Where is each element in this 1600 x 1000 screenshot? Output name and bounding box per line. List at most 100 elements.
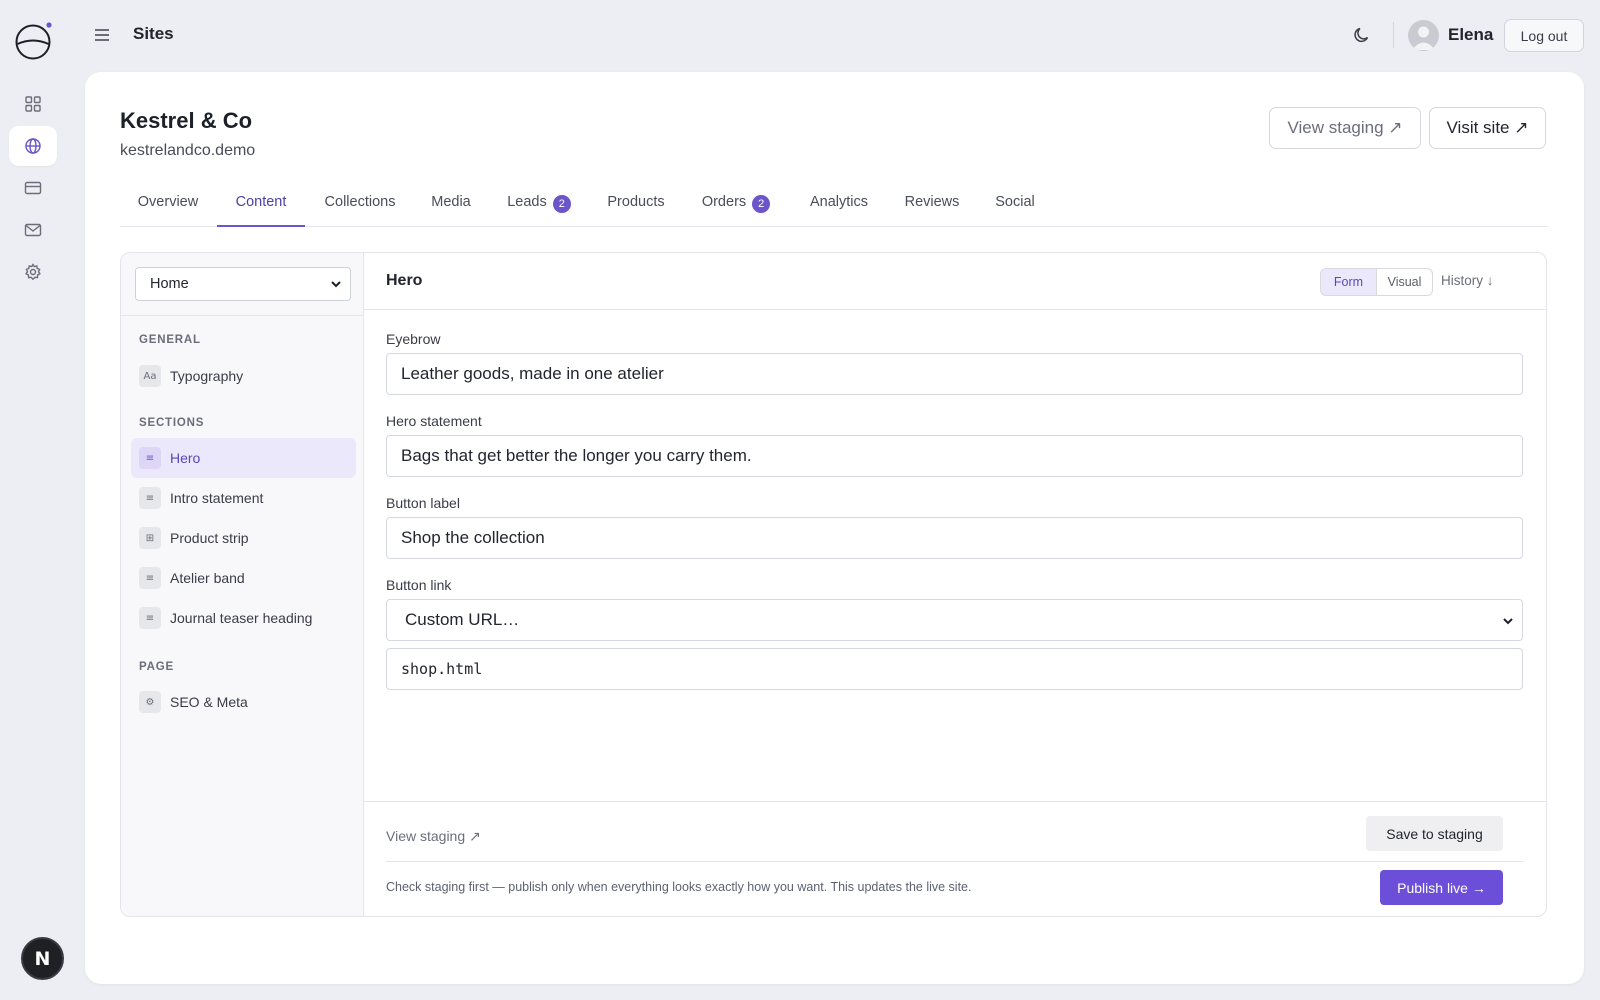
section-title: Hero (386, 272, 423, 289)
chevron-down-icon (1503, 618, 1513, 625)
tab-media[interactable]: Media (415, 190, 487, 227)
button-label-label: Button label (386, 495, 460, 511)
site-name: Kestrel & Co (120, 108, 253, 133)
button-link-select[interactable]: Custom URL… (386, 599, 1523, 641)
tab-analytics[interactable]: Analytics (791, 190, 887, 227)
topbar-divider (1393, 22, 1394, 48)
button-link-select-value: Custom URL… (405, 610, 520, 629)
tab-label: Collections (324, 194, 396, 210)
sidebar-item-seo-meta[interactable]: ⚙ SEO & Meta (131, 682, 356, 722)
site-card: Kestrel & Co kestrelandco.demo View stag… (85, 72, 1584, 984)
eyebrow-field[interactable]: Leather goods, made in one atelier (386, 353, 1523, 395)
sidebar-item-label: Product strip (170, 530, 249, 546)
tab-label: Products (607, 194, 665, 210)
dark-mode-moon-icon[interactable] (1352, 25, 1372, 45)
view-staging-button[interactable]: View staging ↗ (1269, 107, 1421, 149)
rail-dashboard-button[interactable] (9, 84, 57, 124)
rail-settings-button[interactable] (9, 252, 57, 292)
eyebrow-label: Eyebrow (386, 331, 441, 347)
eyebrow-value: Leather goods, made in one atelier (401, 364, 664, 383)
button-link-label: Button link (386, 577, 452, 593)
sidebar-item-journal-teaser-heading[interactable]: ≡ Journal teaser heading (131, 598, 356, 638)
tab-label: Content (235, 194, 287, 210)
rail-sites-button[interactable] (9, 126, 57, 166)
content-editor: Home GENERAL Aa Typography SECTIONS ≡ He… (120, 252, 1547, 917)
button-link-url-field[interactable]: shop.html (386, 648, 1523, 690)
publish-note: Check staging first — publish only when … (386, 880, 972, 894)
gear-icon (25, 263, 41, 281)
content-sidebar: Home GENERAL Aa Typography SECTIONS ≡ He… (121, 253, 364, 916)
tab-orders[interactable]: Orders 2 (682, 190, 790, 227)
site-tabs: Overview Content Collections Media Leads… (120, 190, 1547, 227)
tab-reviews[interactable]: Reviews (888, 190, 976, 227)
text-section-icon: ≡ (139, 447, 161, 469)
logout-button[interactable]: Log out (1504, 19, 1584, 52)
page-title: Sites (133, 24, 174, 43)
rail-billing-button[interactable] (9, 168, 57, 208)
tab-content[interactable]: Content (217, 190, 305, 227)
avatar[interactable] (1408, 20, 1439, 51)
sidebar-item-label: Hero (170, 450, 201, 466)
grid-section-icon: ⊞ (139, 527, 161, 549)
tab-label: Orders (701, 194, 747, 210)
user-name: Elena (1448, 25, 1494, 44)
sidebar-item-label: Intro statement (170, 490, 264, 506)
sidebar-item-label: Atelier band (170, 570, 245, 586)
tab-collections[interactable]: Collections (306, 190, 414, 227)
sidebar-item-typography[interactable]: Aa Typography (131, 356, 356, 396)
globe-icon (25, 138, 41, 154)
tab-products[interactable]: Products (591, 190, 681, 227)
text-section-icon: ≡ (139, 487, 161, 509)
typography-icon: Aa (139, 365, 161, 387)
dashboard-grid-icon (25, 96, 41, 112)
tab-label: Overview (137, 194, 199, 210)
hamburger-menu-icon[interactable] (92, 25, 112, 45)
mail-icon (24, 223, 42, 237)
form-header: Hero Form Visual History ↓ (364, 253, 1546, 310)
tab-leads[interactable]: Leads 2 (488, 190, 590, 227)
rail-mail-button[interactable] (9, 210, 57, 250)
site-domain: kestrelandco.demo (120, 142, 256, 159)
user-avatar-icon (1412, 26, 1435, 50)
sidebar-item-label: Typography (170, 368, 244, 384)
publish-live-button[interactable]: Publish live → (1380, 870, 1503, 905)
orders-count-badge: 2 (752, 195, 771, 213)
button-label-value: Shop the collection (401, 528, 545, 547)
sidebar-item-product-strip[interactable]: ⊞ Product strip (131, 518, 356, 558)
footer-divider (386, 861, 1523, 862)
text-section-icon: ≡ (139, 607, 161, 629)
sidebar-item-hero[interactable]: ≡ Hero (131, 438, 356, 478)
page-select[interactable]: Home (135, 267, 351, 301)
sidebar-divider (121, 315, 364, 316)
history-link[interactable]: History ↓ (1441, 273, 1494, 288)
save-to-staging-button[interactable]: Save to staging (1366, 816, 1503, 851)
hero-statement-field[interactable]: Bags that get better the longer you carr… (386, 435, 1523, 477)
app-logo-icon[interactable] (14, 22, 52, 60)
text-section-icon: ≡ (139, 567, 161, 589)
section-form: Hero Form Visual History ↓ Eyebrow Leath… (364, 253, 1546, 916)
sidebar-item-label: Journal teaser heading (170, 610, 313, 626)
sidebar-item-atelier-band[interactable]: ≡ Atelier band (131, 558, 356, 598)
visit-site-button[interactable]: Visit site ↗ (1429, 107, 1546, 149)
hero-statement-label: Hero statement (386, 413, 482, 429)
mode-visual-button[interactable]: Visual (1376, 269, 1432, 295)
tab-social[interactable]: Social (977, 190, 1053, 227)
mode-toggle: Form Visual (1320, 268, 1433, 296)
tab-label: Media (431, 194, 471, 210)
button-label-field[interactable]: Shop the collection (386, 517, 1523, 559)
sections-heading: SECTIONS (139, 417, 205, 429)
button-link-url-value: shop.html (401, 660, 483, 678)
tab-overview[interactable]: Overview (120, 190, 216, 227)
footer-view-staging-link[interactable]: View staging ↗ (386, 828, 481, 845)
form-footer: View staging ↗ Save to staging Check sta… (364, 801, 1546, 916)
credit-card-icon (24, 181, 42, 195)
page-heading: PAGE (139, 661, 174, 673)
tab-label: Analytics (809, 194, 869, 210)
sidebar-item-intro-statement[interactable]: ≡ Intro statement (131, 478, 356, 518)
leads-count-badge: 2 (552, 195, 571, 213)
page-select-value: Home (150, 276, 189, 292)
framework-badge[interactable]: N (21, 937, 64, 980)
tab-label: Reviews (904, 194, 960, 210)
left-rail: N (0, 0, 66, 1000)
mode-form-button[interactable]: Form (1321, 269, 1376, 295)
